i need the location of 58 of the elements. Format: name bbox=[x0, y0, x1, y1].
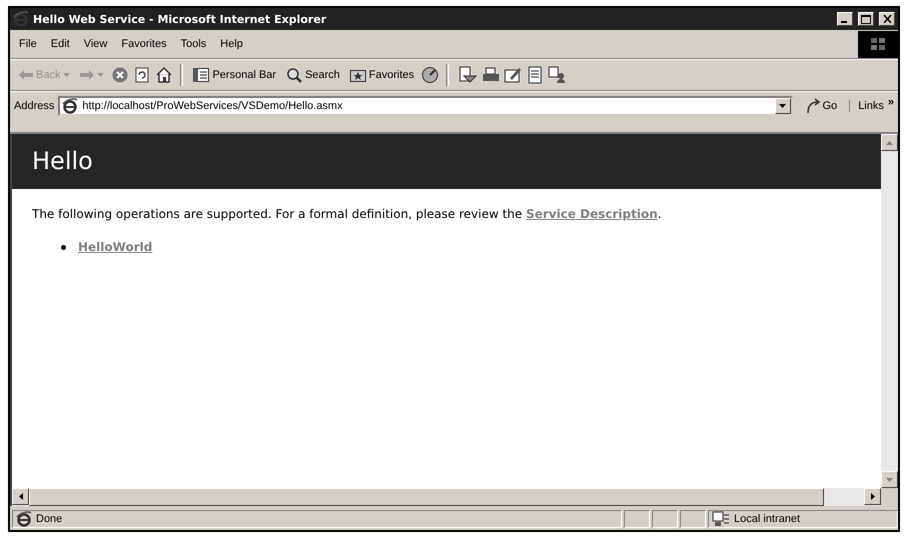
minimize-button[interactable] bbox=[837, 12, 853, 26]
maximize-button[interactable] bbox=[858, 12, 874, 26]
bullet-icon bbox=[61, 244, 66, 250]
scroll-right-button[interactable] bbox=[864, 488, 881, 505]
down-arrow-icon bbox=[886, 478, 893, 482]
right-arrow-icon bbox=[870, 493, 874, 500]
menu-item[interactable]: File bbox=[12, 36, 44, 52]
menu-item[interactable]: Tools bbox=[174, 36, 214, 52]
up-arrow-icon bbox=[886, 140, 893, 144]
menu-item[interactable]: Favorites bbox=[114, 36, 174, 52]
dropdown-button[interactable] bbox=[774, 98, 790, 114]
menu-item[interactable]: View bbox=[76, 36, 114, 52]
scroll-down-button[interactable] bbox=[881, 471, 898, 488]
scroll-up-button[interactable] bbox=[881, 134, 898, 151]
status-panel bbox=[652, 510, 678, 528]
panel-icon bbox=[193, 68, 210, 82]
caret-icon bbox=[97, 73, 104, 77]
document-icon[interactable] bbox=[526, 66, 544, 84]
app-icon bbox=[13, 11, 29, 27]
page-icon bbox=[62, 98, 78, 114]
window-title: Hello Web Service - Microsoft Internet Explorer bbox=[33, 12, 328, 26]
go-arrow-icon bbox=[804, 98, 820, 114]
address-field[interactable]: http://localhost/ProWebServices/VSDemo/Hello.asmx bbox=[58, 96, 792, 116]
close-icon bbox=[882, 15, 892, 23]
left-arrow-icon bbox=[18, 493, 22, 500]
forward-arrow-icon bbox=[80, 70, 94, 80]
menu-item[interactable]: Help bbox=[213, 36, 250, 52]
star-folder-icon bbox=[350, 68, 366, 82]
address-label: Address bbox=[14, 100, 54, 112]
operation-link[interactable]: HelloWorld bbox=[78, 240, 152, 254]
zone-text: Local intranet bbox=[734, 513, 800, 525]
home-icon[interactable] bbox=[155, 66, 174, 84]
vertical-scrollbar[interactable] bbox=[881, 134, 898, 488]
intro-paragraph: The following operations are supported. For a formal definition, please review the Service Description. bbox=[32, 207, 662, 222]
search-button[interactable]: Search bbox=[283, 65, 343, 85]
menu-item[interactable]: Edit bbox=[44, 36, 77, 52]
print-icon[interactable] bbox=[482, 66, 500, 84]
service-description-link[interactable]: Service Description bbox=[526, 207, 658, 221]
caret-icon bbox=[63, 73, 70, 77]
intranet-icon bbox=[712, 511, 730, 527]
close-button[interactable] bbox=[879, 12, 895, 26]
caret-icon bbox=[779, 104, 786, 108]
page-heading: Hello bbox=[12, 134, 881, 189]
go-button[interactable]: Go bbox=[796, 98, 846, 114]
status-text: Done bbox=[36, 513, 62, 525]
status-panel bbox=[680, 510, 706, 528]
back-arrow-icon bbox=[19, 70, 33, 80]
search-icon bbox=[286, 67, 302, 83]
edit-icon[interactable] bbox=[504, 66, 522, 84]
stop-icon[interactable] bbox=[111, 66, 130, 84]
refresh-icon[interactable] bbox=[133, 66, 152, 84]
favorites-button[interactable]: Favorites bbox=[346, 66, 418, 84]
scroll-left-button[interactable] bbox=[12, 488, 29, 505]
personal-bar-button[interactable]: Personal Bar bbox=[190, 66, 280, 84]
status-panel bbox=[624, 510, 650, 528]
maximize-icon bbox=[861, 14, 871, 24]
links-button[interactable]: Links » bbox=[849, 100, 898, 112]
page-icon bbox=[16, 511, 32, 527]
